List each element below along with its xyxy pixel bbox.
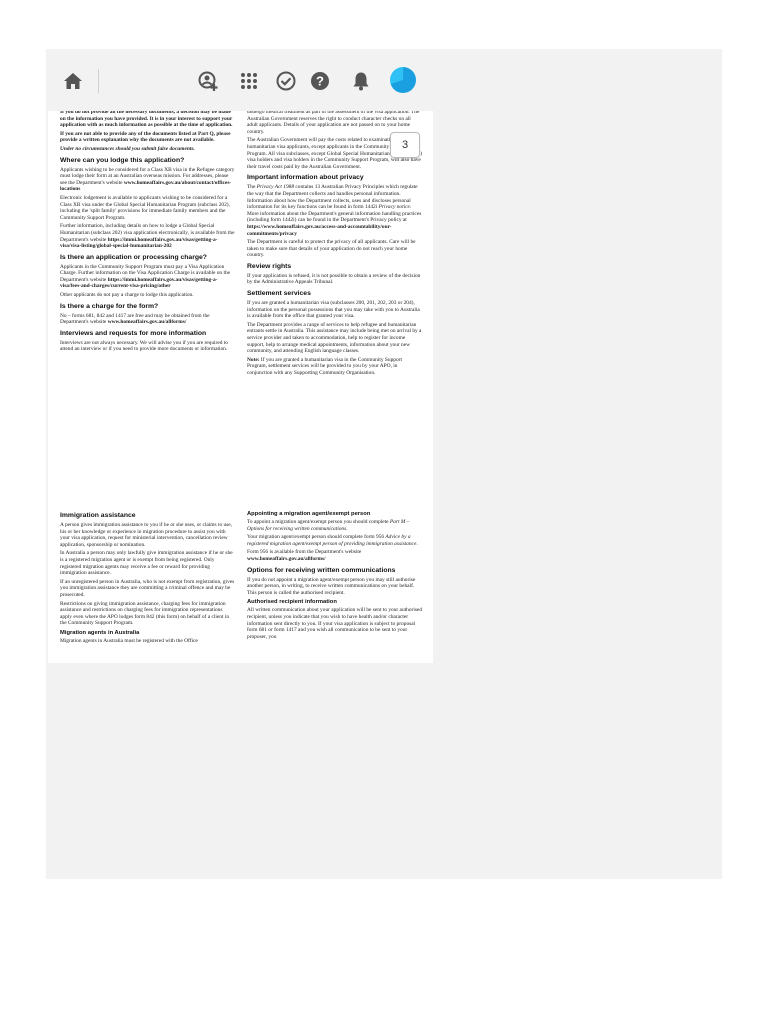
text-paragraph: The Department provides a range of servi… [247,321,422,355]
heading-lodge: Where can you lodge this application? [60,156,185,164]
text-paragraph: If you are granted a humanitarian visa (… [247,300,420,320]
document-page-1: If you do not provide all the necessary … [48,111,433,531]
heading-immigration-assistance: Immigration assistance [60,512,136,519]
text-paragraph: Your migration agent/exempt person shoul… [247,534,418,547]
text-paragraph: If your application is refused, it is no… [247,272,421,286]
heading-interviews: Interviews and requests for more informa… [60,329,207,337]
text-paragraph: Further information, including details o… [60,223,235,250]
text-paragraph: No – forms 681, 842 and 1417 are free an… [60,312,210,326]
text-paragraph: Migration agents in Australia must be re… [60,637,198,644]
text-paragraph: Form 956 is available from the Departmen… [247,549,362,562]
text-paragraph: The Department is careful to protect the… [247,239,416,259]
add-user-icon[interactable] [196,69,220,93]
text-paragraph: Under no circumstances should you submit… [60,145,195,152]
heading-options-communications: Options for receiving written communicat… [247,566,396,574]
text-paragraph: If you are not able to provide any of th… [60,130,231,144]
text-paragraph: In Australia a person may only lawfully … [60,550,233,577]
svg-text:?: ? [316,74,324,89]
page-number-indicator: 3 [390,132,420,158]
text-paragraph: Applicants in the Community Support Prog… [60,263,231,290]
text-paragraph: Interviews are not always necessary. We … [60,339,228,353]
heading-authorised-recipient: Authorised recipient information [247,599,337,606]
page2-left-column: Immigration assistance A person gives im… [60,508,235,647]
text-paragraph: Applicants wishing to be considered for … [60,166,235,193]
text-paragraph: To appoint a migration agent/exempt pers… [247,519,410,532]
home-icon[interactable] [61,69,85,93]
toolbar-divider [98,69,99,93]
text-paragraph: If you do not appoint a migration agent/… [247,576,416,596]
heading-settlement: Settlement services [247,290,311,298]
text-paragraph: If an unregistered person in Australia, … [60,578,235,598]
heading-migration-agents: Migration agents in Australia [60,629,140,636]
document-page-2: Immigration assistance A person gives im… [48,498,433,663]
text-paragraph: All written communication about your app… [247,607,423,640]
apps-grid-icon[interactable] [237,69,261,93]
link[interactable]: www.homeaffairs.gov.au/allforms/ [108,319,187,325]
heading-charge: Is there an application or processing ch… [60,253,207,261]
heading-form-charge: Is there a charge for the form? [60,302,159,310]
text-paragraph: If you do not provide all the necessary … [60,111,233,129]
text-paragraph: Other applicants do not pay a charge to … [60,292,194,299]
toolbar: ? [46,49,722,111]
heading-review: Review rights [247,262,292,270]
bell-icon[interactable] [349,69,373,93]
text-paragraph: Electronic lodgement is available to app… [60,194,230,221]
document-viewer: ? If you do not provide all the necessar… [46,49,722,879]
link[interactable]: www.homeaffairs.gov.au/allforms/ [247,556,326,562]
text-paragraph: The Privacy Act 1988 contains 13 Austral… [247,184,422,237]
page2-right-column: Appointing a migration agent/exempt pers… [247,508,422,642]
link[interactable]: https://www.homeaffairs.gov.au/access-an… [247,224,392,237]
avatar[interactable] [390,67,416,93]
text-paragraph: Note: If you are granted a humanitarian … [247,356,402,376]
page1-left-column: If you do not provide all the necessary … [60,111,235,355]
check-circle-icon[interactable] [274,69,298,93]
heading-privacy: Important information about privacy [247,174,364,182]
heading-appointing-agent: Appointing a migration agent/exempt pers… [247,511,371,517]
text-paragraph: Restrictions on giving immigration assis… [60,600,230,627]
text-paragraph: A person gives immigration assistance to… [60,522,233,548]
help-icon[interactable]: ? [308,69,332,93]
